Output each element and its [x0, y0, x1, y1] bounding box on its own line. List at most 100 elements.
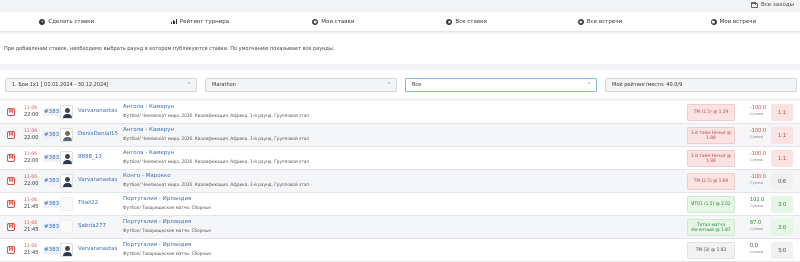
event-link[interactable]: Португалия - Ирландия — [123, 219, 191, 225]
amount-label: Сумма — [750, 203, 763, 208]
nav-my-bets[interactable]: ● Мои ставки — [267, 12, 400, 31]
avatar[interactable] — [60, 128, 73, 142]
event-link[interactable]: Ангола - Камерун — [123, 127, 174, 133]
avatar[interactable] — [60, 220, 73, 234]
avatar[interactable] — [60, 151, 73, 165]
avatar[interactable] — [60, 197, 73, 211]
plus-circle-icon: + — [39, 18, 46, 25]
row-time: 21:45 — [24, 250, 39, 256]
bookmaker-value: Marathon — [212, 82, 236, 88]
bet-row: M 11-06 21:45 #383 Sabria277 Португалия -… — [0, 216, 800, 239]
round-id[interactable]: #383 — [43, 223, 61, 231]
marathon-badge-icon: M — [7, 108, 15, 116]
nav-label: Все ставки — [455, 18, 487, 25]
event-subtitle: Футбол/ Чемпионат мира. 2026. Квалификац… — [123, 113, 310, 118]
score-box: 0:6 — [771, 173, 793, 190]
score-box: 1:1 — [771, 104, 793, 121]
score-text: 1:1 — [777, 109, 787, 116]
bookmaker-select[interactable]: Marathon ⌃ — [205, 78, 397, 92]
bet-text: 1-й тайм Ничья @ 1.88 — [690, 130, 732, 141]
date-time: 11-06 21:45 — [24, 198, 40, 210]
event-subtitle: Футбол/ Товарищеские матчи. Сборные — [123, 205, 211, 210]
score-text: 0:6 — [777, 178, 787, 185]
bet-box: Тотал матча Нечетный @ 1.87 — [687, 219, 735, 236]
round-id[interactable]: #383 — [43, 246, 61, 254]
chevron-updown-icon: ⌃ — [186, 82, 191, 88]
nav-label: Все встречи — [586, 18, 623, 25]
nav-label: Мои встречи — [719, 18, 757, 25]
score-box: 3:0 — [771, 219, 793, 236]
bet-box: ИТ01 (1.5) @ 2.02 — [687, 196, 735, 213]
marathon-badge-icon: M — [7, 200, 15, 208]
nav-tournament-rating[interactable]: Рейтинг турнира — [133, 12, 266, 31]
marathon-badge-icon: M — [7, 246, 15, 254]
round-id[interactable]: #383 — [43, 154, 61, 162]
score-box: 1:1 — [771, 150, 793, 167]
bet-text: ТМ (1.5) @ 1.29 — [693, 110, 729, 115]
event-link[interactable]: Португалия - Ирландия — [123, 196, 191, 202]
tournament-select[interactable]: 1. Бои 1x1 [ 01.01.2024 - 30.12.2024] ⌃ — [5, 78, 197, 92]
bet-text: ТМ (2.5) @ 1.69 — [693, 179, 729, 184]
event-subtitle: Футбол/ Чемпионат мира. 2026. Квалификац… — [123, 182, 310, 187]
bet-text: Тотал матча Нечетный @ 1.87 — [691, 222, 731, 233]
user-circle-icon: ● — [312, 18, 319, 25]
row-time: 22:00 — [24, 158, 39, 164]
chevron-updown-icon: ⌃ — [586, 82, 591, 88]
event-link[interactable]: Конго - Марокко — [123, 173, 171, 179]
username-link[interactable]: Varvaranastas — [78, 108, 117, 114]
nav-label: Сделать ставки — [48, 18, 95, 25]
round-id[interactable]: #383 — [43, 177, 61, 185]
row-time: 22:00 — [24, 135, 39, 141]
avatar[interactable] — [60, 105, 73, 119]
rating-value: Мой рейтинг/место: 40.0/9 — [612, 82, 683, 88]
username-link[interactable]: Varvaranastas — [78, 246, 117, 252]
amount-label: Сумма — [750, 134, 763, 139]
nav-label: Мои ставки — [321, 18, 355, 25]
username-link[interactable]: Varvaranastas — [78, 177, 117, 183]
info-panel: При добавлении ставок, необходимо выбрат… — [0, 34, 800, 64]
amount-label: Сумма — [750, 111, 763, 116]
username-link[interactable]: 8888_13 — [78, 154, 102, 160]
score-text: 1:1 — [777, 155, 787, 162]
filters-bar: 1. Бои 1x1 [ 01.01.2024 - 30.12.2024] ⌃ … — [0, 70, 800, 98]
marathon-badge-icon: M — [7, 177, 15, 185]
avatar[interactable] — [60, 243, 73, 257]
tournament-value: 1. Бои 1x1 [ 01.01.2024 - 30.12.2024] — [12, 82, 109, 88]
event-subtitle: Футбол/ Товарищеские матчи. Сборные — [123, 251, 211, 256]
amount: -100.0 Сумма — [750, 175, 766, 186]
row-time: 21:45 — [24, 227, 39, 233]
amount-label: Сумма — [750, 249, 763, 254]
event-subtitle: Футбол/ Чемпионат мира. 2026. Квалификац… — [123, 136, 310, 141]
score-text: 3:0 — [777, 201, 787, 208]
avatar[interactable] — [60, 174, 73, 188]
row-time: 22:00 — [24, 112, 39, 118]
bet-row: M 11-06 22:00 #383 Varvaranastas Ангола -… — [0, 101, 800, 124]
nav-all-bets[interactable]: ◉ Все ставки — [400, 12, 533, 31]
date-time: 11-06 22:00 — [24, 152, 40, 164]
bet-box: ТМ (1.5) @ 1.29 — [687, 104, 735, 121]
round-id[interactable]: #383 — [43, 131, 61, 139]
date-time: 11-06 22:00 — [24, 106, 40, 118]
bar-chart-icon — [170, 19, 177, 24]
all-entries-link[interactable]: Все заходы — [751, 1, 794, 8]
row-time: 21:45 — [24, 204, 39, 210]
score-text: 3:0 — [777, 247, 787, 254]
bet-row: M 11-06 22:00 #383 DenisDenial15 Ангола -… — [0, 124, 800, 147]
username-link[interactable]: DenisDenial15 — [78, 131, 118, 137]
score-box: 3:0 — [771, 196, 793, 213]
amount-label: Сумма — [750, 180, 763, 185]
nav-make-bets[interactable]: + Сделать ставки — [0, 12, 133, 31]
round-id[interactable]: #383 — [43, 200, 61, 208]
event-link[interactable]: Ангола - Камерун — [123, 150, 174, 156]
nav-all-matches[interactable]: ◉ Все встречи — [533, 12, 666, 31]
round-select[interactable]: Все ⌃ — [405, 78, 597, 92]
bets-list: M 11-06 22:00 #383 Varvaranastas Ангола -… — [0, 101, 800, 262]
round-id[interactable]: #383 — [43, 108, 61, 116]
nav-my-matches[interactable]: ● Мои встречи — [667, 12, 800, 31]
user-circle-icon: ● — [710, 18, 717, 25]
event-link[interactable]: Ангола - Камерун — [123, 104, 174, 110]
username-link[interactable]: Titali22 — [78, 200, 98, 206]
event-link[interactable]: Португалия - Ирландия — [123, 242, 191, 248]
username-link[interactable]: Sabria277 — [78, 223, 106, 229]
marathon-badge-icon: M — [7, 223, 15, 231]
